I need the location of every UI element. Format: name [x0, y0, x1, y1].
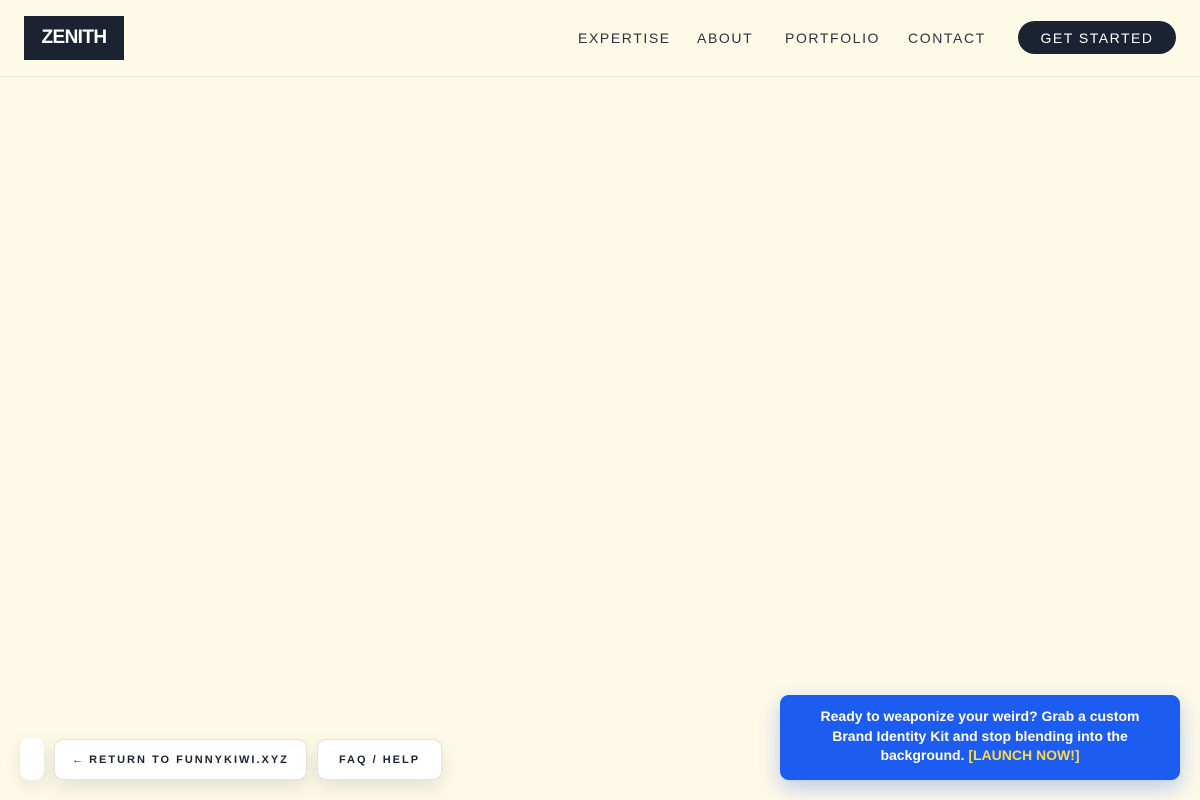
side-tab-handle[interactable] — [20, 738, 44, 780]
launch-now-link[interactable]: [LAUNCH NOW!] — [968, 747, 1079, 763]
promo-banner[interactable]: Ready to weaponize your weird? Grab a cu… — [780, 695, 1180, 780]
site-header: ZENITH EXPERTISE ABOUT PORTFOLIO CONTACT… — [0, 0, 1200, 77]
faq-help-button[interactable]: FAQ / HELP — [317, 739, 442, 780]
nav-link-about[interactable]: ABOUT — [697, 29, 753, 47]
arrow-left-icon: ← — [72, 753, 84, 766]
nav-link-expertise[interactable]: EXPERTISE — [578, 29, 671, 47]
return-button-label: RETURN TO FUNNYKIWI.XYZ — [89, 753, 289, 766]
get-started-button[interactable]: GET STARTED — [1018, 21, 1176, 54]
logo[interactable]: ZENITH — [24, 16, 124, 60]
nav-link-contact[interactable]: CONTACT — [908, 29, 986, 47]
nav-link-portfolio[interactable]: PORTFOLIO — [785, 29, 880, 47]
return-button[interactable]: ← RETURN TO FUNNYKIWI.XYZ — [54, 739, 307, 780]
